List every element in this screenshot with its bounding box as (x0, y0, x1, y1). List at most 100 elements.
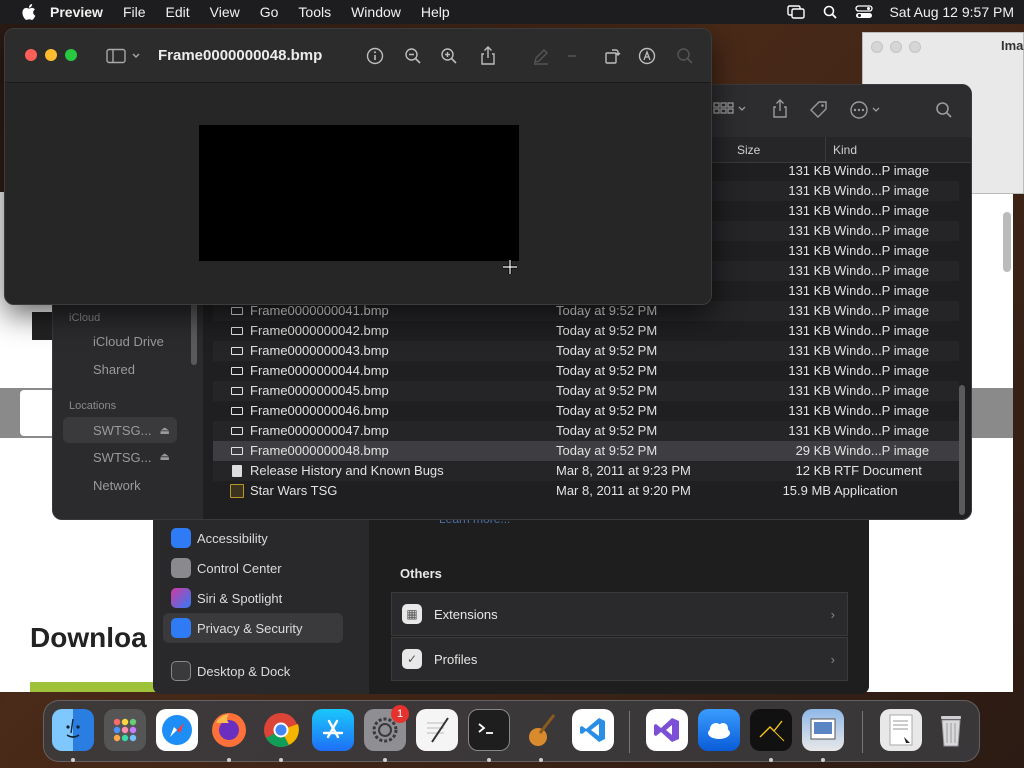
menu-clock[interactable]: Sat Aug 12 9:57 PM (889, 4, 1014, 20)
chrome-dock-icon[interactable] (260, 709, 302, 751)
zoom-button[interactable] (65, 49, 77, 61)
firefox-dock-icon[interactable] (208, 709, 250, 751)
textedit-dock-icon[interactable] (416, 709, 458, 751)
control-center-icon[interactable] (855, 5, 874, 19)
launchpad-dock-icon[interactable] (104, 709, 146, 751)
dock-separator (862, 711, 863, 753)
more-actions-icon[interactable] (849, 100, 885, 123)
apple-menu-icon[interactable] (20, 3, 38, 21)
weather-dock-icon[interactable] (698, 709, 740, 751)
eject-icon[interactable]: ⏏ (160, 424, 170, 437)
screen-mirroring-icon[interactable] (787, 5, 806, 19)
search-icon[interactable] (935, 101, 953, 122)
file-kind: Windo...P image (834, 223, 930, 238)
column-header-kind[interactable]: Kind (833, 143, 857, 157)
image-window-zoom-button[interactable] (909, 41, 921, 53)
menu-window[interactable]: Window (351, 4, 401, 20)
file-size: 131 KB (788, 363, 831, 378)
desktop: Preview File Edit View Go Tools Window H… (0, 0, 1024, 768)
file-kind: Windo...P image (834, 423, 930, 438)
markup-pen-icon[interactable] (530, 45, 552, 67)
file-row[interactable]: Star Wars TSG Mar 8, 2011 at 9:20 PM 15.9 … (213, 481, 959, 501)
file-date-modified: Today at 9:52 PM (556, 403, 658, 418)
file-name: Release History and Known Bugs (250, 463, 444, 478)
extensions-row[interactable]: ▦ Extensions › (391, 592, 848, 636)
file-date-modified: Today at 9:52 PM (556, 323, 658, 338)
zoom-out-icon[interactable] (402, 45, 424, 67)
file-name: Frame0000000042.bmp (250, 323, 389, 338)
chevron-right-icon: › (830, 606, 835, 622)
menu-file[interactable]: File (123, 4, 146, 20)
visual-studio-dock-icon[interactable] (646, 709, 688, 751)
image-window-title: Ima (1001, 38, 1024, 53)
settings-item-siri-spotlight[interactable]: Siri & Spotlight (163, 583, 343, 613)
image-canvas[interactable] (199, 125, 519, 261)
settings-item-desktop-dock[interactable]: Desktop & Dock (163, 656, 343, 686)
menu-view[interactable]: View (210, 4, 240, 20)
settings-item-control-center[interactable]: Control Center (163, 553, 343, 583)
share-icon[interactable] (771, 99, 789, 122)
profiles-icon: ✓ (402, 649, 422, 669)
menu-tools[interactable]: Tools (298, 4, 331, 20)
file-list-scrollbar[interactable] (959, 385, 965, 515)
finder-dock-icon[interactable] (52, 709, 94, 751)
image-window-minimize-button[interactable] (890, 41, 902, 53)
file-row[interactable]: Frame0000000046.bmp Today at 9:52 PM 131 K… (213, 401, 959, 421)
file-row[interactable]: Frame0000000048.bmp Today at 9:52 PM 29 KB… (213, 441, 959, 461)
sidebar-item-icloud-drive[interactable]: iCloud Drive (93, 334, 164, 349)
menu-edit[interactable]: Edit (166, 4, 190, 20)
close-button[interactable] (25, 49, 37, 61)
minimize-button[interactable] (45, 49, 57, 61)
settings-content: Learn more... Others ▦ Extensions › ✓ Pr… (369, 510, 869, 694)
info-icon[interactable] (364, 45, 386, 67)
spotlight-search-icon[interactable] (821, 5, 839, 19)
image-window-close-button[interactable] (871, 41, 883, 53)
preview-dock-icon[interactable] (802, 709, 844, 751)
page-scrollbar[interactable] (1003, 212, 1011, 272)
terminal-dock-icon[interactable] (468, 709, 510, 751)
sidebar-section-locations: Locations (69, 400, 117, 412)
menu-help[interactable]: Help (421, 4, 450, 20)
markup-toolbar-icon[interactable] (636, 45, 658, 67)
file-row[interactable]: Release History and Known Bugs Mar 8, 201… (213, 461, 959, 481)
profiles-row[interactable]: ✓ Profiles › (391, 637, 848, 681)
file-row[interactable]: Frame0000000047.bmp Today at 9:52 PM 131 K… (213, 421, 959, 441)
file-kind: Windo...P image (834, 283, 930, 298)
sidebar-item-swtsg-1[interactable]: SWTSG... ⏏ (63, 417, 177, 443)
sidebar-item-network[interactable]: Network (93, 478, 141, 493)
running-indicator (383, 758, 387, 762)
zoom-in-icon[interactable] (438, 45, 460, 67)
rotate-icon[interactable] (601, 45, 623, 67)
file-size: 131 KB (788, 283, 831, 298)
menu-go[interactable]: Go (260, 4, 279, 20)
file-kind: Windo...P image (834, 163, 930, 178)
app-store-dock-icon[interactable] (312, 709, 354, 751)
vscode-dock-icon[interactable] (572, 709, 614, 751)
star-wars-tsg-dock-icon[interactable] (750, 709, 792, 751)
garageband-dock-icon[interactable] (520, 709, 562, 751)
tag-icon[interactable] (809, 100, 829, 123)
downloads-stack-icon[interactable] (880, 709, 922, 751)
sidebar-section-icloud: iCloud (69, 312, 101, 324)
eject-icon[interactable]: ⏏ (160, 450, 170, 465)
share-icon[interactable] (477, 45, 499, 67)
view-options-icon[interactable] (713, 99, 747, 120)
trash-dock-icon[interactable] (930, 709, 972, 751)
file-row[interactable]: Frame0000000042.bmp Today at 9:52 PM 131 K… (213, 321, 959, 341)
file-kind: Windo...P image (834, 383, 930, 398)
file-row[interactable]: Frame0000000044.bmp Today at 9:52 PM 131 K… (213, 361, 959, 381)
settings-item-accessibility[interactable]: Accessibility (163, 523, 343, 553)
safari-dock-icon[interactable] (156, 709, 198, 751)
sidebar-toggle-icon[interactable] (105, 45, 143, 67)
file-row[interactable]: Frame0000000043.bmp Today at 9:52 PM 131 K… (213, 341, 959, 361)
sidebar-item-shared[interactable]: Shared (93, 362, 135, 377)
sidebar-item-swtsg-2[interactable]: SWTSG... ⏏ (93, 450, 170, 465)
markup-dropdown-icon[interactable] (565, 45, 579, 67)
search-icon[interactable] (674, 45, 696, 67)
column-header-size[interactable]: Size (737, 143, 760, 157)
page-download-button[interactable] (30, 682, 160, 692)
file-size: 131 KB (788, 323, 831, 338)
settings-item-privacy-security[interactable]: Privacy & Security (163, 613, 343, 643)
menu-app-preview[interactable]: Preview (50, 4, 103, 20)
file-row[interactable]: Frame0000000045.bmp Today at 9:52 PM 131 K… (213, 381, 959, 401)
